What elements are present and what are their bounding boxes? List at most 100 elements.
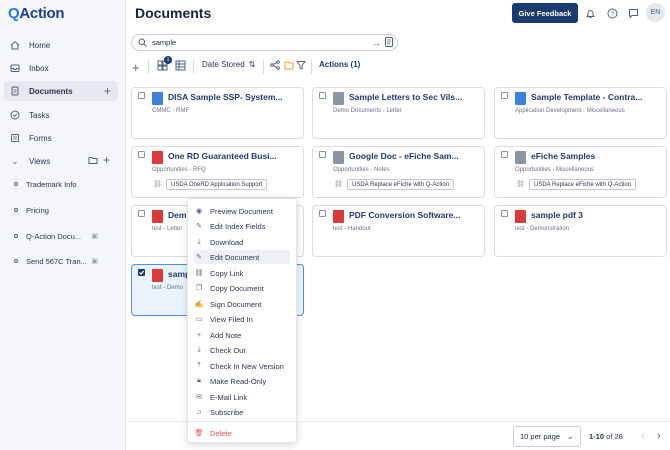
share-icon[interactable]	[270, 60, 280, 70]
card-checkbox-checked[interactable]	[138, 269, 145, 276]
sidebar-item-inbox[interactable]: Inbox	[4, 58, 118, 78]
menu-item-label: Delete	[210, 428, 232, 438]
table-view-icon[interactable]	[175, 60, 186, 71]
add-button[interactable]: +	[132, 60, 140, 75]
document-card[interactable]: Sample Template - Contra... Application D…	[494, 87, 667, 139]
document-search-icon[interactable]	[385, 36, 393, 49]
search-input[interactable]	[152, 38, 362, 47]
view-item-pricing[interactable]: Pricing	[14, 201, 112, 219]
document-meta: test - Handout	[333, 226, 371, 232]
bullet-icon	[14, 182, 18, 186]
document-card[interactable]: sample pdf 3 test - Demonstration	[494, 205, 667, 257]
menu-item-subscribe[interactable]: ♫ Subscribe	[194, 405, 290, 419]
card-checkbox[interactable]	[501, 151, 508, 158]
menu-item-sign-document[interactable]: ✍ Sign Document	[194, 297, 290, 311]
lock-icon: ▣	[91, 258, 98, 265]
document-title[interactable]: sample pdf 3	[531, 210, 663, 220]
menu-item-label: Copy Document	[210, 283, 264, 293]
add-document-icon[interactable]: +	[104, 84, 111, 98]
document-title[interactable]: DISA Sample SSP- System...	[168, 92, 300, 102]
document-card[interactable]: Google Doc - eFiche Sam... Opportunities …	[312, 146, 485, 198]
card-checkbox[interactable]	[138, 151, 145, 158]
documents-icon	[10, 86, 20, 96]
related-tag[interactable]: USDA OneRD Application Support	[166, 179, 268, 190]
sidebar-item-views[interactable]: ⌄ Views +	[4, 151, 118, 171]
document-title[interactable]: Sample Letters to Sec Vils...	[349, 92, 481, 102]
card-checkbox[interactable]	[501, 92, 508, 99]
related-tag[interactable]: USDA Replace eFiche with Q-Action	[529, 179, 637, 190]
view-item-q-action-docu[interactable]: Q-Action Docu... ▣	[14, 227, 112, 245]
pdf-file-icon	[152, 151, 163, 164]
bell-icon[interactable]	[584, 7, 596, 19]
sidebar-item-forms[interactable]: Forms	[4, 128, 118, 148]
document-card[interactable]: eFiche Samples Opportunities - Miscellane…	[494, 146, 667, 198]
document-title[interactable]: PDF Conversion Software...	[349, 210, 481, 220]
document-meta: Application Development - Miscellaneous	[515, 108, 625, 114]
search-icon	[138, 38, 147, 47]
mail-icon: ✉	[196, 394, 202, 401]
menu-item-preview-document[interactable]: ◉ Preview Document	[194, 204, 290, 218]
menu-item-label: Check Out	[210, 345, 246, 355]
new-folder-icon[interactable]	[88, 155, 98, 168]
sidebar-item-label: Home	[29, 40, 51, 50]
menu-item-make-read-only[interactable]: 🔒︎ Make Read-Only	[194, 374, 290, 388]
document-meta: Demo Documents - Letter	[333, 108, 402, 114]
actions-button[interactable]: Actions (1)	[319, 60, 360, 69]
card-checkbox[interactable]	[138, 92, 145, 99]
document-card[interactable]: DISA Sample SSP- System... CMMC - RMF	[131, 87, 304, 139]
sidebar-item-label: Views	[29, 156, 51, 166]
document-card[interactable]: PDF Conversion Software... test - Handout	[312, 205, 485, 257]
lock-icon: 🔒︎	[197, 377, 201, 384]
sort-by-date-button[interactable]: Date Stored ⇅	[202, 60, 255, 69]
bookmark-folder-icon[interactable]	[284, 60, 294, 70]
menu-item-view-filed-in[interactable]: ▭ View Filed In	[194, 312, 290, 326]
card-checkbox[interactable]	[319, 151, 326, 158]
add-view-icon[interactable]: +	[103, 154, 110, 168]
document-card[interactable]: Sample Letters to Sec Vils... Demo Docume…	[312, 87, 485, 139]
pdf-file-icon	[152, 269, 163, 282]
card-checkbox[interactable]	[319, 210, 326, 217]
document-title[interactable]: One RD Guaranteed Busi...	[168, 151, 300, 161]
chat-icon[interactable]	[627, 7, 639, 19]
menu-item-delete[interactable]: 🗑︎ Delete	[194, 426, 290, 440]
prev-page-icon[interactable]: ‹	[641, 430, 645, 442]
per-page-select[interactable]: 10 per page ⌄	[513, 426, 581, 447]
document-title[interactable]: eFiche Samples	[531, 151, 663, 161]
document-title[interactable]: Google Doc - eFiche Sam...	[349, 151, 481, 161]
menu-item-edit-index-fields[interactable]: ✎ Edit Index Fields	[194, 219, 290, 233]
menu-item-check-in-new-version[interactable]: ⤒ Check In New Version	[194, 359, 290, 373]
selection-count-badge: 1	[164, 56, 172, 64]
filter-icon[interactable]	[296, 60, 306, 70]
menu-item-download[interactable]: ⤓ Download	[194, 235, 290, 249]
card-checkbox[interactable]	[319, 92, 326, 99]
menu-item-check-out[interactable]: ⤓ Check Out	[194, 343, 290, 357]
sidebar-item-documents[interactable]: Documents +	[4, 81, 118, 101]
help-icon[interactable]: ?	[606, 7, 618, 19]
document-meta: test - Demonstration	[515, 226, 570, 232]
copy-icon: ❐	[195, 285, 203, 292]
view-item-send-567c[interactable]: Send 567C Tran... ▣	[14, 252, 112, 270]
menu-item-add-note[interactable]: + Add Note	[194, 328, 290, 342]
document-meta: Opportunities - Notes	[333, 167, 390, 173]
related-tag[interactable]: USDA Replace eFiche with Q-Action	[347, 179, 455, 190]
sidebar-item-tasks[interactable]: Tasks	[4, 105, 118, 125]
arrow-right-icon[interactable]: →	[372, 38, 381, 48]
card-checkbox[interactable]	[138, 210, 145, 217]
menu-item-copy-link[interactable]: ⛓ Copy Link	[194, 266, 290, 280]
give-feedback-button[interactable]: Give Feedback	[512, 3, 578, 23]
card-checkbox[interactable]	[501, 210, 508, 217]
menu-item-e-mail-link[interactable]: ✉ E-Mail Link	[194, 390, 290, 404]
next-page-icon[interactable]: ›	[657, 430, 661, 442]
doc-file-icon	[333, 92, 344, 105]
grid-view-icon[interactable]: 1	[157, 56, 172, 71]
avatar[interactable]: EN	[646, 3, 665, 22]
word-file-icon	[515, 92, 526, 105]
document-card[interactable]: One RD Guaranteed Busi... Opportunities -…	[131, 146, 304, 198]
app-logo[interactable]: QAction	[8, 5, 65, 22]
footer-divider	[127, 421, 670, 422]
menu-item-edit-document[interactable]: ✎ Edit Document	[194, 250, 290, 264]
sidebar-item-home[interactable]: Home	[4, 35, 118, 55]
document-title[interactable]: Sample Template - Contra...	[531, 92, 663, 102]
view-item-trademark-info[interactable]: Trademark Info	[14, 175, 112, 193]
menu-item-copy-document[interactable]: ❐ Copy Document	[194, 281, 290, 295]
